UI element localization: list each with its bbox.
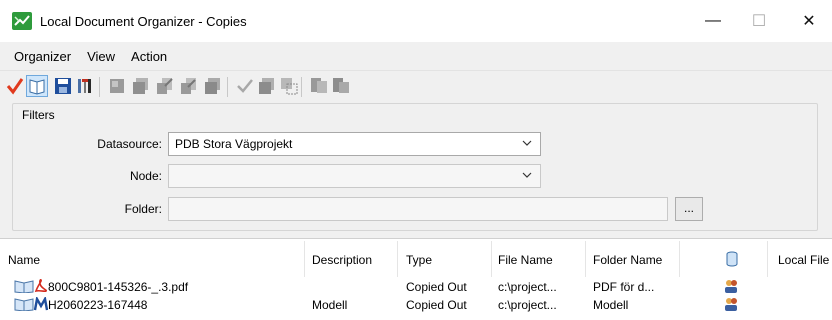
title-bar: Local Document Organizer - Copies — ☐ ✕ [0, 0, 832, 42]
pdf-icon [34, 279, 47, 293]
check-disabled-icon[interactable] [236, 77, 254, 95]
chevron-down-icon [522, 140, 532, 146]
datasource-value: PDB Stora Vägprojekt [175, 137, 293, 151]
table-header: Name Description Type File Name Folder N… [0, 239, 832, 279]
document-stack-icon[interactable] [204, 77, 222, 95]
document-edit-icon[interactable] [156, 77, 174, 95]
document-select-icon[interactable] [280, 77, 298, 95]
toolbar-separator [301, 77, 302, 97]
document-export-icon[interactable] [332, 77, 350, 95]
column-file-name[interactable]: File Name [498, 253, 553, 269]
open-book-icon[interactable] [26, 75, 48, 97]
document-copy-icon[interactable] [132, 77, 150, 95]
row-file-name: c:\project... [498, 298, 557, 312]
column-separator[interactable] [585, 241, 586, 277]
document-check-icon[interactable] [258, 77, 276, 95]
maximize-button[interactable]: ☐ [736, 0, 782, 42]
document-move-icon[interactable] [180, 77, 198, 95]
tools-icon[interactable] [76, 77, 94, 95]
column-separator[interactable] [767, 241, 768, 277]
row-name: 800C9801-145326-_.3.pdf [48, 280, 189, 294]
chevron-down-icon [522, 172, 532, 178]
column-folder-name[interactable]: Folder Name [593, 253, 662, 269]
row-type: Copied Out [406, 298, 467, 312]
column-separator[interactable] [491, 241, 492, 277]
row-file-name: c:\project... [498, 280, 557, 294]
toolbar-separator [227, 77, 228, 97]
row-folder-name: Modell [593, 298, 629, 312]
model-icon [34, 297, 48, 311]
folder-input[interactable] [168, 197, 668, 221]
document-icon[interactable] [108, 77, 126, 95]
documents-table: Name Description Type File Name Folder N… [0, 238, 832, 320]
filters-title: Filters [20, 108, 57, 122]
document-compare-icon[interactable] [310, 77, 328, 95]
app-icon [12, 12, 32, 30]
column-local-file[interactable]: Local File [778, 253, 829, 269]
row-description: Modell [312, 298, 348, 312]
menu-view[interactable]: View [79, 49, 123, 64]
menu-action[interactable]: Action [123, 49, 175, 64]
toolbar-separator [99, 77, 100, 97]
users-icon [725, 280, 737, 293]
checkmark-icon[interactable] [6, 77, 24, 95]
close-button[interactable]: ✕ [786, 0, 832, 42]
menu-bar: Organizer View Action [0, 44, 832, 68]
book-icon [14, 298, 34, 311]
database-icon[interactable] [726, 251, 738, 267]
browse-button[interactable]: ... [675, 197, 703, 221]
window-title: Local Document Organizer - Copies [40, 14, 247, 29]
column-separator[interactable] [679, 241, 680, 277]
datasource-select[interactable]: PDB Stora Vägprojekt [168, 132, 541, 156]
users-icon [725, 298, 737, 311]
node-label: Node: [129, 169, 162, 183]
minimize-button[interactable]: — [690, 0, 736, 42]
row-name: H2060223-167448 [48, 298, 148, 312]
row-type: Copied Out [406, 280, 467, 294]
column-name[interactable]: Name [8, 253, 40, 269]
column-separator[interactable] [397, 241, 398, 277]
column-type[interactable]: Type [406, 253, 432, 269]
column-description[interactable]: Description [312, 253, 372, 269]
datasource-label: Datasource: [97, 137, 162, 151]
menu-organizer[interactable]: Organizer [6, 49, 79, 64]
folder-label: Folder: [124, 202, 162, 216]
column-separator[interactable] [304, 241, 305, 277]
save-icon[interactable] [54, 77, 72, 95]
book-icon [14, 280, 34, 293]
node-select[interactable] [168, 164, 541, 188]
toolbar [0, 70, 832, 100]
row-folder-name: PDF för d... [593, 280, 655, 294]
